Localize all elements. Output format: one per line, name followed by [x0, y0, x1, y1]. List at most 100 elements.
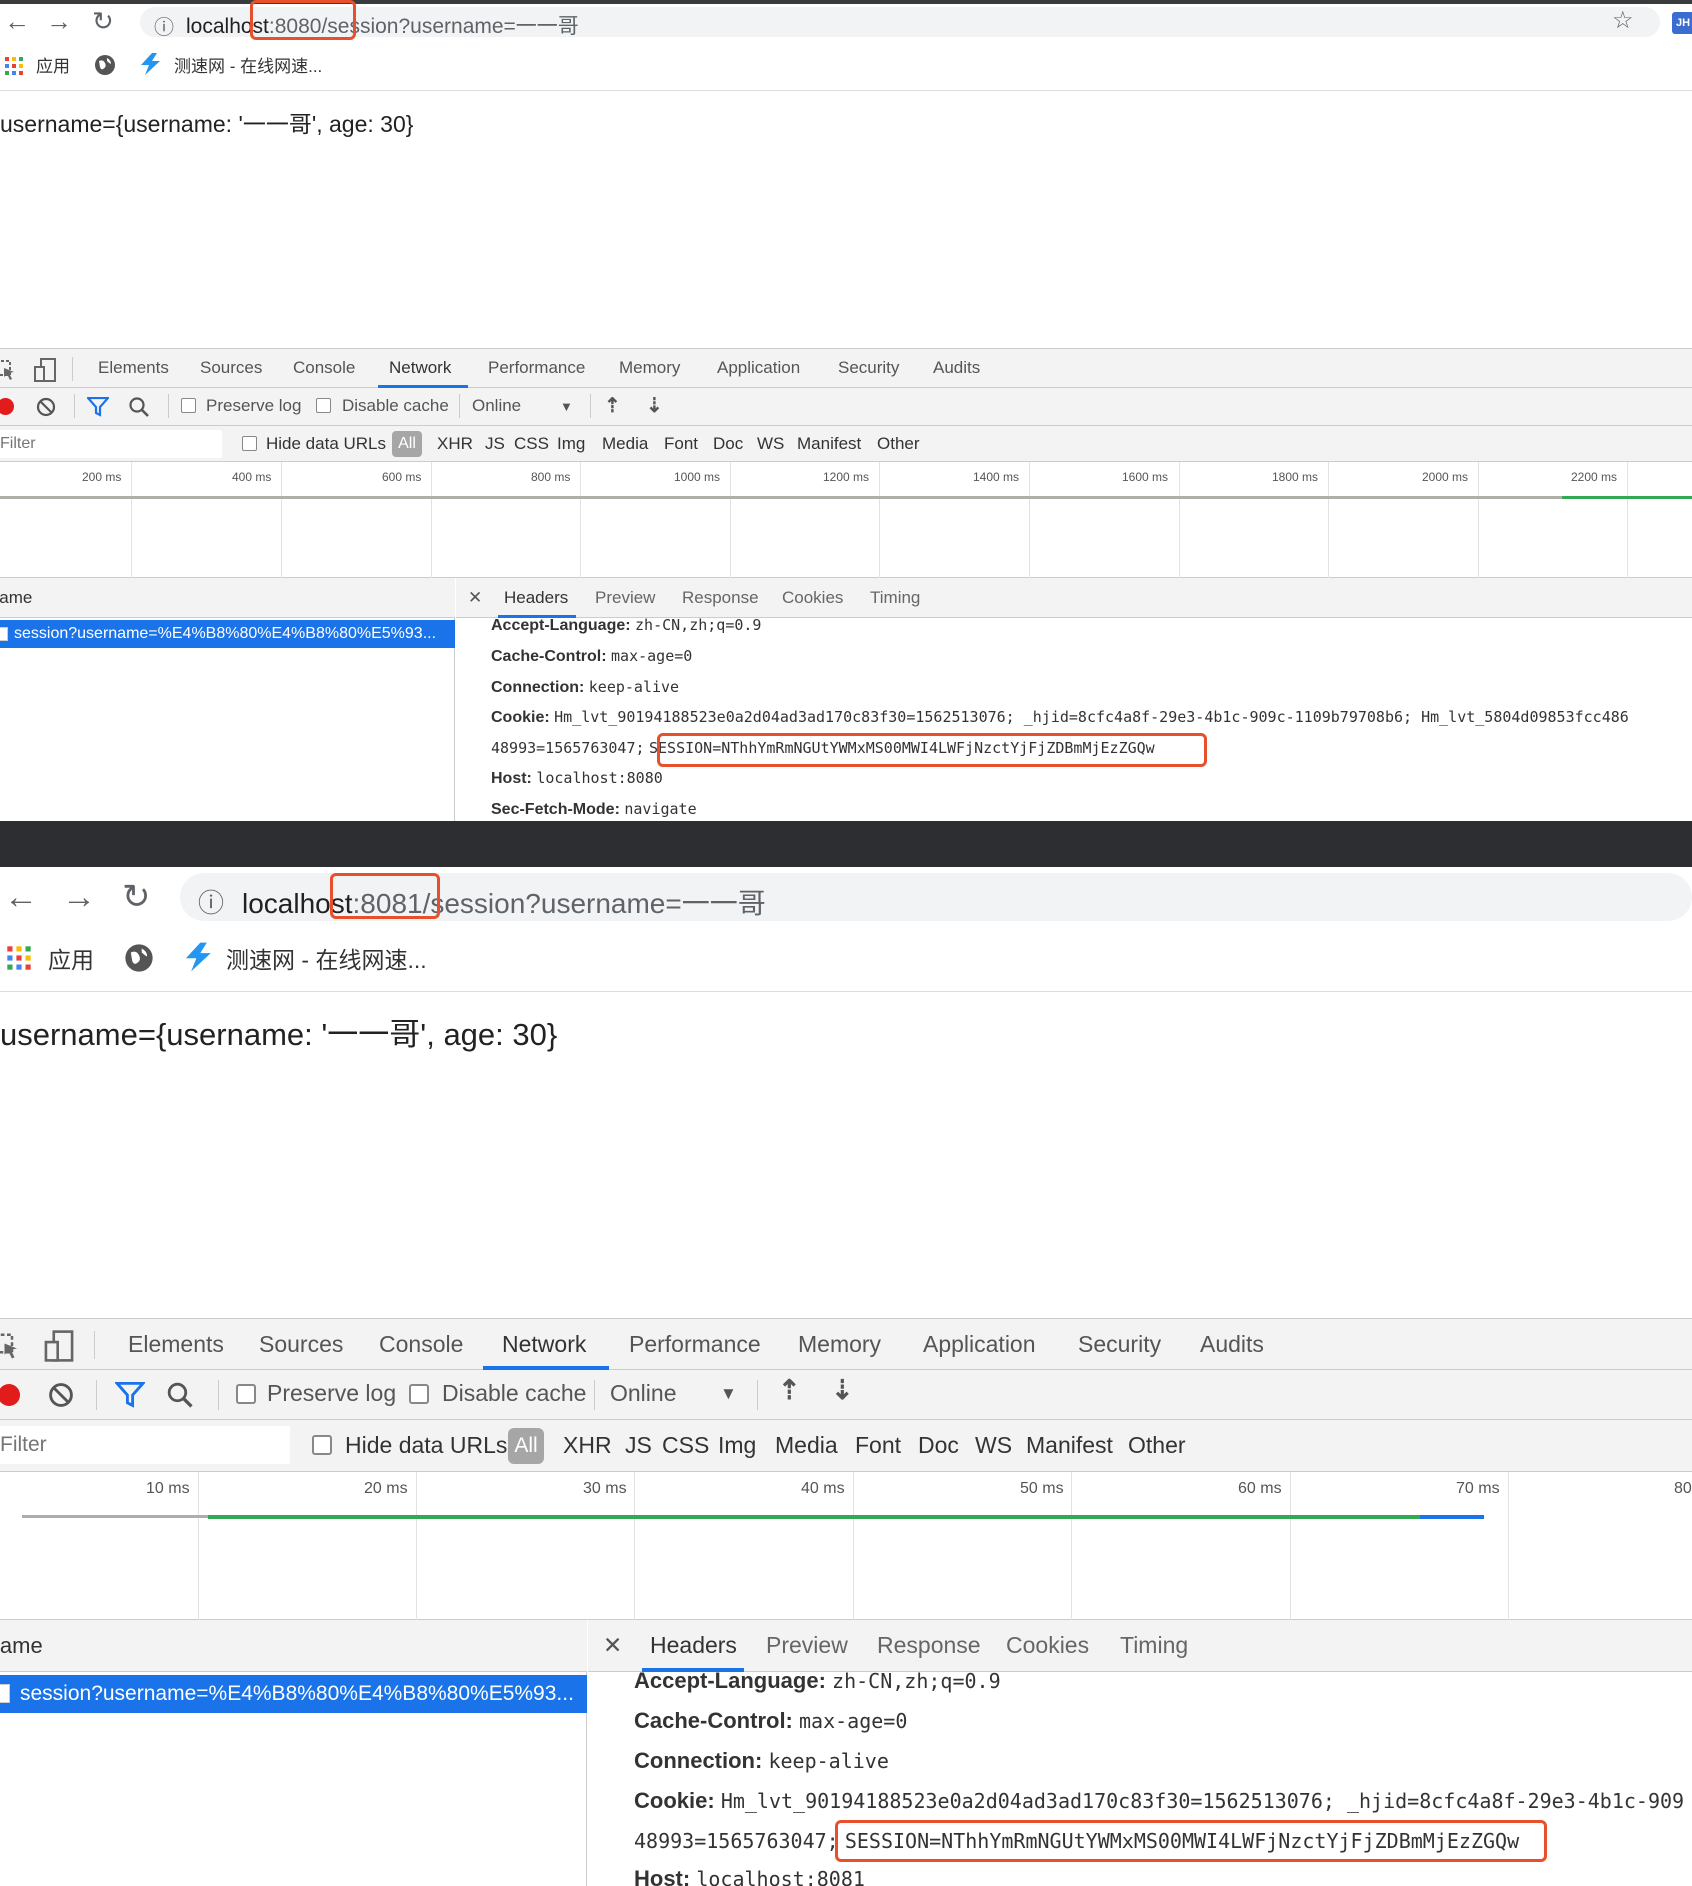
name-column-header[interactable]: Name: [0, 588, 32, 608]
throttling-select[interactable]: Online: [472, 396, 521, 416]
tab-timing[interactable]: Timing: [870, 588, 920, 608]
tab-headers[interactable]: Headers: [650, 1632, 737, 1659]
filter-font[interactable]: Font: [664, 434, 698, 454]
tab-audits[interactable]: Audits: [1200, 1331, 1264, 1358]
apps-grid-icon[interactable]: [4, 56, 24, 81]
bookmark-apps[interactable]: 应用: [48, 941, 94, 975]
network-overview-timeline[interactable]: 200 ms 400 ms 600 ms 800 ms 1000 ms 1200…: [0, 462, 1692, 578]
back-arrow-icon[interactable]: ←: [4, 6, 30, 36]
request-row-session[interactable]: session?username=%E4%B8%80%E4%B8%80%E5%9…: [0, 620, 455, 648]
info-icon[interactable]: ⓘ: [154, 11, 174, 40]
filter-img[interactable]: Img: [557, 434, 585, 454]
filter-xhr[interactable]: XHR: [437, 434, 473, 454]
url-text[interactable]: localhost:8080/session?username=一一哥: [186, 10, 579, 40]
tab-performance[interactable]: Performance: [629, 1331, 761, 1358]
filter-input[interactable]: [0, 430, 222, 458]
tab-preview[interactable]: Preview: [766, 1632, 848, 1659]
tab-cookies[interactable]: Cookies: [1006, 1632, 1089, 1659]
filter-font[interactable]: Font: [855, 1432, 901, 1459]
inspect-element-icon[interactable]: [0, 358, 18, 387]
device-toolbar-icon[interactable]: [42, 1329, 76, 1368]
tab-response[interactable]: Response: [877, 1632, 981, 1659]
tab-timing[interactable]: Timing: [1120, 1632, 1188, 1659]
tab-network[interactable]: Network: [389, 358, 451, 378]
preserve-log-checkbox[interactable]: [181, 398, 196, 413]
record-icon[interactable]: [0, 398, 14, 415]
tab-sources[interactable]: Sources: [200, 358, 262, 378]
export-har-icon[interactable]: ⇣: [831, 1375, 854, 1406]
tab-application[interactable]: Application: [923, 1331, 1036, 1358]
filter-other[interactable]: Other: [877, 434, 920, 454]
hide-data-urls-checkbox[interactable]: [242, 436, 257, 451]
hide-data-urls-checkbox[interactable]: [312, 1435, 332, 1455]
reload-icon[interactable]: ↻: [92, 6, 114, 36]
inspect-element-icon[interactable]: [0, 1331, 22, 1366]
tab-elements[interactable]: Elements: [128, 1331, 224, 1358]
filter-funnel-icon[interactable]: [113, 1381, 147, 1413]
filter-js[interactable]: JS: [625, 1432, 652, 1459]
tab-audits[interactable]: Audits: [933, 358, 980, 378]
search-icon[interactable]: [166, 1381, 194, 1414]
filter-xhr[interactable]: XHR: [563, 1432, 612, 1459]
filter-manifest[interactable]: Manifest: [797, 434, 861, 454]
request-row-session[interactable]: session?username=%E4%B8%80%E4%B8%80%E5%9…: [0, 1675, 587, 1713]
tab-memory[interactable]: Memory: [798, 1331, 881, 1358]
tab-preview[interactable]: Preview: [595, 588, 655, 608]
clear-icon[interactable]: [36, 397, 56, 422]
tab-sources[interactable]: Sources: [259, 1331, 343, 1358]
tab-cookies[interactable]: Cookies: [782, 588, 843, 608]
info-icon[interactable]: ⓘ: [198, 883, 224, 920]
import-har-icon[interactable]: ⇡: [778, 1375, 801, 1406]
filter-ws[interactable]: WS: [975, 1432, 1012, 1459]
bookmark-speedtest[interactable]: 测速网 - 在线网速...: [174, 52, 322, 77]
filter-js[interactable]: JS: [485, 434, 505, 454]
bookmark-apps[interactable]: 应用: [36, 52, 70, 77]
filter-input[interactable]: [0, 1426, 290, 1464]
tab-headers[interactable]: Headers: [504, 588, 568, 608]
forward-arrow-icon[interactable]: →: [46, 6, 72, 36]
forward-arrow-icon[interactable]: →: [62, 877, 96, 917]
disable-cache-checkbox[interactable]: [316, 398, 331, 413]
search-icon[interactable]: [128, 396, 150, 423]
name-column-header[interactable]: Name: [0, 1633, 43, 1659]
record-icon[interactable]: [0, 1384, 20, 1406]
filter-all-button[interactable]: All: [508, 1428, 544, 1464]
export-har-icon[interactable]: ⇣: [646, 393, 663, 418]
apps-grid-icon[interactable]: [6, 945, 32, 976]
filter-media[interactable]: Media: [602, 434, 648, 454]
filter-css[interactable]: CSS: [662, 1432, 709, 1459]
clear-icon[interactable]: [48, 1382, 74, 1413]
disable-cache-checkbox[interactable]: [409, 1384, 429, 1404]
network-overview-timeline[interactable]: 10 ms 20 ms 30 ms 40 ms 50 ms 60 ms 70 m…: [0, 1472, 1692, 1620]
tab-performance[interactable]: Performance: [488, 358, 585, 378]
close-icon[interactable]: ✕: [603, 1632, 622, 1659]
import-har-icon[interactable]: ⇡: [604, 393, 621, 418]
back-arrow-icon[interactable]: ←: [4, 877, 38, 917]
filter-ws[interactable]: WS: [757, 434, 784, 454]
throttling-dropdown-icon[interactable]: ▼: [560, 399, 573, 414]
url-text[interactable]: localhost:8081/session?username=一一哥: [242, 882, 766, 922]
filter-css[interactable]: CSS: [514, 434, 549, 454]
tab-console[interactable]: Console: [379, 1331, 463, 1358]
filter-img[interactable]: Img: [718, 1432, 756, 1459]
filter-all-button[interactable]: All: [392, 431, 422, 457]
bookmark-speedtest[interactable]: 测速网 - 在线网速...: [226, 941, 427, 975]
tab-console[interactable]: Console: [293, 358, 355, 378]
close-icon[interactable]: ✕: [468, 588, 482, 608]
tab-security[interactable]: Security: [838, 358, 899, 378]
tab-network[interactable]: Network: [502, 1331, 586, 1358]
filter-doc[interactable]: Doc: [918, 1432, 959, 1459]
tab-security[interactable]: Security: [1078, 1331, 1161, 1358]
filter-media[interactable]: Media: [775, 1432, 838, 1459]
omnibox[interactable]: ⓘ localhost:8080/session?username=一一哥: [140, 7, 1660, 40]
extension-icon[interactable]: JH: [1672, 12, 1692, 34]
bookmark-star-icon[interactable]: ☆: [1612, 6, 1634, 35]
throttling-dropdown-icon[interactable]: ▼: [720, 1384, 737, 1404]
filter-other[interactable]: Other: [1128, 1432, 1186, 1459]
filter-funnel-icon[interactable]: [85, 396, 111, 422]
filter-manifest[interactable]: Manifest: [1026, 1432, 1113, 1459]
tab-elements[interactable]: Elements: [98, 358, 169, 378]
tab-application[interactable]: Application: [717, 358, 800, 378]
reload-icon[interactable]: ↻: [122, 877, 151, 917]
tab-response[interactable]: Response: [682, 588, 759, 608]
